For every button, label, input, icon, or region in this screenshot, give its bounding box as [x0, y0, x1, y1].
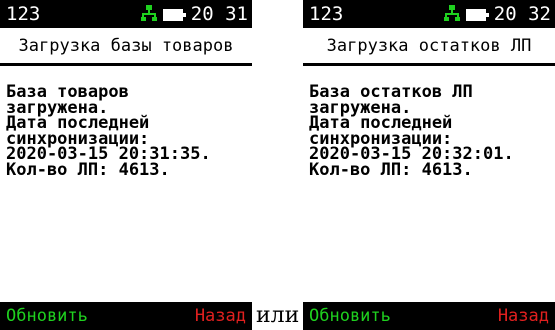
device-screen-left: 123 20 31 Загрузка базы товаров База тов… [0, 0, 252, 330]
refresh-button[interactable]: Обновить [6, 302, 88, 330]
message-line: Кол-во ЛП: 4613. [309, 159, 473, 180]
back-button[interactable]: Назад [498, 302, 549, 330]
network-icon [443, 1, 460, 29]
message-line: Кол-во ЛП: 4613. [6, 159, 170, 180]
status-left-text: 123 [309, 3, 344, 25]
device-screen-right: 123 20 32 Загрузка остатков ЛП База оста… [303, 0, 555, 330]
title-divider [303, 63, 555, 66]
separator-text: или [256, 303, 300, 328]
message-body: База остатков ЛП загружена. Дата последн… [309, 84, 553, 180]
status-right: 20 31 [140, 0, 248, 29]
softkey-bar: Обновить Назад [303, 302, 555, 330]
status-bar: 123 20 32 [303, 0, 555, 28]
page-title: Загрузка остатков ЛП [326, 36, 532, 56]
status-right: 20 32 [443, 0, 551, 29]
title-divider [0, 63, 252, 66]
status-time: 20 32 [493, 3, 551, 25]
network-icon [140, 1, 157, 29]
page-title: Загрузка базы товаров [18, 36, 234, 56]
refresh-button[interactable]: Обновить [309, 302, 391, 330]
battery-icon [162, 8, 186, 21]
status-time: 20 31 [190, 3, 248, 25]
back-button[interactable]: Назад [195, 302, 246, 330]
battery-icon [465, 8, 489, 21]
softkey-bar: Обновить Назад [0, 302, 252, 330]
status-bar: 123 20 31 [0, 0, 252, 28]
message-body: База товаров загружена. Дата последней с… [6, 84, 250, 180]
status-left-text: 123 [6, 3, 41, 25]
